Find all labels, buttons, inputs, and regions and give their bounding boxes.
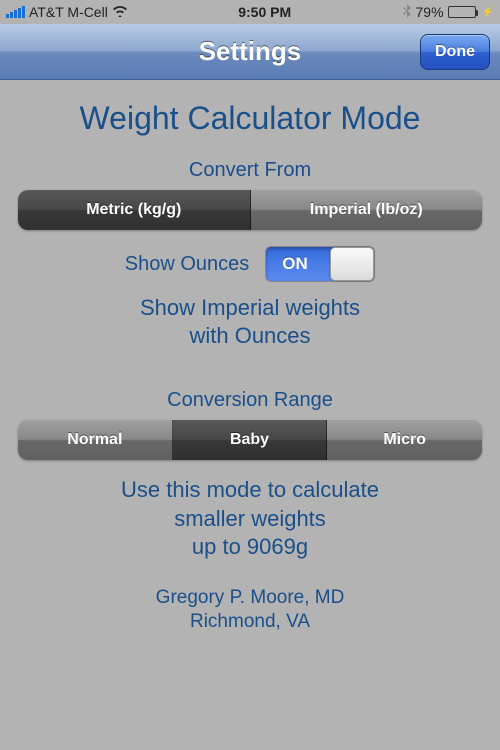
credits: Gregory P. Moore, MD Richmond, VA <box>18 586 482 635</box>
signal-icon <box>6 6 25 18</box>
credits-line2: Richmond, VA <box>190 611 310 632</box>
show-ounces-desc-line2: with Ounces <box>189 323 310 348</box>
segment-micro[interactable]: Micro <box>327 420 482 460</box>
conversion-range-desc-line3: up to 9069g <box>192 534 308 559</box>
bluetooth-icon <box>402 4 412 21</box>
done-button[interactable]: Done <box>420 34 490 70</box>
nav-bar: Settings Done <box>0 24 500 80</box>
segment-imperial[interactable]: Imperial (lb/oz) <box>251 190 483 230</box>
show-ounces-row: Show Ounces ON <box>18 246 482 282</box>
toggle-state-label: ON <box>282 254 308 274</box>
toggle-knob <box>330 247 374 281</box>
battery-pct-label: 79% <box>416 4 444 20</box>
page-title: Weight Calculator Mode <box>18 100 482 137</box>
show-ounces-desc: Show Imperial weights with Ounces <box>18 294 482 349</box>
battery-icon <box>448 6 476 18</box>
segment-normal[interactable]: Normal <box>18 420 173 460</box>
carrier-label: AT&T M-Cell <box>29 4 108 20</box>
nav-title: Settings <box>199 36 302 67</box>
status-left: AT&T M-Cell <box>6 4 128 20</box>
convert-from-label: Convert From <box>18 159 482 182</box>
conversion-range-desc: Use this mode to calculate smaller weigh… <box>18 476 482 562</box>
convert-from-segmented: Metric (kg/g) Imperial (lb/oz) <box>18 190 482 230</box>
wifi-icon <box>112 4 128 20</box>
show-ounces-desc-line1: Show Imperial weights <box>140 295 360 320</box>
segment-metric[interactable]: Metric (kg/g) <box>18 190 251 230</box>
show-ounces-toggle[interactable]: ON <box>265 246 375 282</box>
status-right: 79% ⚡ <box>402 4 494 21</box>
content: Weight Calculator Mode Convert From Metr… <box>0 80 500 655</box>
conversion-range-label: Conversion Range <box>18 389 482 412</box>
charging-icon: ⚡ <box>482 7 494 18</box>
show-ounces-label: Show Ounces <box>125 253 250 276</box>
conversion-range-segmented: Normal Baby Micro <box>18 420 482 460</box>
conversion-range-desc-line2: smaller weights <box>174 506 326 531</box>
clock-label: 9:50 PM <box>128 4 402 20</box>
conversion-range-desc-line1: Use this mode to calculate <box>121 477 379 502</box>
status-bar: AT&T M-Cell 9:50 PM 79% ⚡ <box>0 0 500 24</box>
credits-line1: Gregory P. Moore, MD <box>156 587 345 608</box>
segment-baby[interactable]: Baby <box>173 420 328 460</box>
